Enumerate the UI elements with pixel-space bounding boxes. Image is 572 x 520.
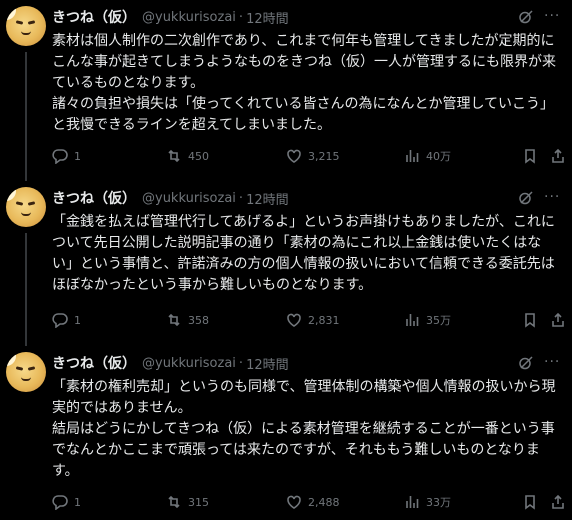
- display-name[interactable]: きつね（仮）: [52, 353, 136, 373]
- reply-icon: [52, 149, 68, 164]
- separator-dot: ·: [238, 190, 244, 206]
- views-chart-icon: [406, 150, 419, 162]
- like-button[interactable]: 3,215: [286, 146, 340, 166]
- action-bar: 1 315 2,488 33万: [52, 492, 564, 512]
- share-button[interactable]: [550, 146, 566, 166]
- tweet-header: きつね（仮） @yukkurisozai · 12時間 ···: [52, 188, 562, 208]
- share-button[interactable]: [550, 310, 566, 330]
- display-name[interactable]: きつね（仮）: [52, 188, 136, 208]
- like-count: 2,831: [308, 313, 340, 327]
- avatar-mouth: [21, 377, 31, 381]
- repost-count: 358: [188, 313, 209, 327]
- tweet-2[interactable]: きつね（仮） @yukkurisozai · 12時間 ··· 「金銭を払えば管…: [0, 181, 572, 346]
- avatar-ear: [6, 352, 16, 366]
- tweet-1[interactable]: きつね（仮） @yukkurisozai · 12時間 ··· 素材は個人制作の…: [0, 0, 572, 181]
- display-name[interactable]: きつね（仮）: [52, 7, 136, 27]
- tweet-text: 「素材の権利売却」というのも同様で、管理体制の構築や個人情報の扱いから現実的では…: [52, 379, 556, 479]
- views-button[interactable]: 35万: [404, 310, 451, 330]
- views-count: 35万: [426, 314, 451, 327]
- repost-button[interactable]: 450: [166, 146, 209, 166]
- bookmark-button[interactable]: [522, 492, 538, 512]
- user-handle[interactable]: @yukkurisozai: [142, 356, 236, 371]
- thread-connector: [25, 233, 27, 346]
- tweet-text: 「金銭を払えば管理代行してあげるよ」というお声掛けもありましたが、これについて先…: [52, 214, 555, 293]
- heart-icon: [287, 495, 301, 509]
- bookmark-button[interactable]: [522, 146, 538, 166]
- tweet-3[interactable]: きつね（仮） @yukkurisozai · 12時間 ··· 「素材の権利売却…: [0, 346, 572, 520]
- avatar-mouth: [21, 212, 31, 216]
- repost-icon: [168, 149, 180, 163]
- avatar-eye: [15, 201, 24, 206]
- heart-icon: [287, 149, 301, 163]
- share-icon: [552, 494, 564, 509]
- share-icon: [552, 312, 564, 327]
- views-button[interactable]: 40万: [404, 146, 451, 166]
- separator-dot: ·: [238, 355, 244, 371]
- timestamp[interactable]: 12時間: [246, 189, 289, 208]
- avatar-ear: [6, 6, 16, 20]
- user-handle[interactable]: @yukkurisozai: [142, 191, 236, 206]
- separator-dot: ·: [238, 9, 244, 25]
- action-bar: 1 358 2,831 35万: [52, 310, 564, 330]
- avatar-eye: [27, 366, 36, 371]
- reply-button[interactable]: 1: [52, 146, 81, 166]
- like-button[interactable]: 2,488: [286, 492, 340, 512]
- thread-connector: [25, 52, 27, 181]
- repost-count: 315: [188, 495, 209, 509]
- like-count: 3,215: [308, 149, 340, 163]
- views-chart-icon: [406, 314, 419, 326]
- bookmark-button[interactable]: [522, 310, 538, 330]
- share-icon: [552, 148, 564, 163]
- repost-icon: [168, 495, 180, 509]
- user-handle[interactable]: @yukkurisozai: [142, 10, 236, 25]
- more-icon[interactable]: ···: [544, 9, 562, 25]
- avatar-eye: [27, 201, 36, 206]
- repost-button[interactable]: 315: [166, 492, 209, 512]
- views-chart-icon: [406, 496, 419, 508]
- like-count: 2,488: [308, 495, 340, 509]
- grok-icon[interactable]: [518, 355, 534, 371]
- reply-icon: [52, 495, 68, 510]
- repost-button[interactable]: 358: [166, 310, 209, 330]
- grok-icon[interactable]: [518, 190, 534, 206]
- bookmark-icon: [525, 313, 535, 328]
- reply-button[interactable]: 1: [52, 492, 81, 512]
- avatar-eye: [15, 366, 24, 371]
- views-button[interactable]: 33万: [404, 492, 451, 512]
- reply-count: 1: [74, 313, 81, 327]
- views-count: 40万: [426, 150, 451, 163]
- timestamp[interactable]: 12時間: [246, 354, 289, 373]
- reply-count: 1: [74, 495, 81, 509]
- repost-icon: [168, 313, 180, 327]
- tweet-text: 素材は個人制作の二次創作であり、これまで何年も管理してきましたが定期的にこんな事…: [52, 33, 556, 133]
- reply-count: 1: [74, 149, 81, 163]
- avatar-mouth: [21, 31, 31, 35]
- avatar-ear: [6, 187, 16, 201]
- more-icon[interactable]: ···: [544, 190, 562, 206]
- tweet-header: きつね（仮） @yukkurisozai · 12時間 ···: [52, 353, 562, 373]
- like-button[interactable]: 2,831: [286, 310, 340, 330]
- heart-icon: [287, 313, 301, 327]
- avatar[interactable]: [6, 352, 46, 392]
- avatar[interactable]: [6, 6, 46, 46]
- tweet-header: きつね（仮） @yukkurisozai · 12時間 ···: [52, 7, 562, 27]
- more-icon[interactable]: ···: [544, 355, 562, 371]
- action-bar: 1 450 3,215 40万: [52, 146, 564, 166]
- avatar-eye: [27, 20, 36, 25]
- bookmark-icon: [525, 149, 535, 164]
- bookmark-icon: [525, 495, 535, 510]
- tweet-thread: きつね（仮） @yukkurisozai · 12時間 ··· 素材は個人制作の…: [0, 0, 572, 520]
- reply-button[interactable]: 1: [52, 310, 81, 330]
- repost-count: 450: [188, 149, 209, 163]
- share-button[interactable]: [550, 492, 566, 512]
- timestamp[interactable]: 12時間: [246, 8, 289, 27]
- avatar-eye: [15, 20, 24, 25]
- views-count: 33万: [426, 496, 451, 509]
- grok-icon[interactable]: [518, 9, 534, 25]
- reply-icon: [52, 313, 68, 328]
- avatar[interactable]: [6, 187, 46, 227]
